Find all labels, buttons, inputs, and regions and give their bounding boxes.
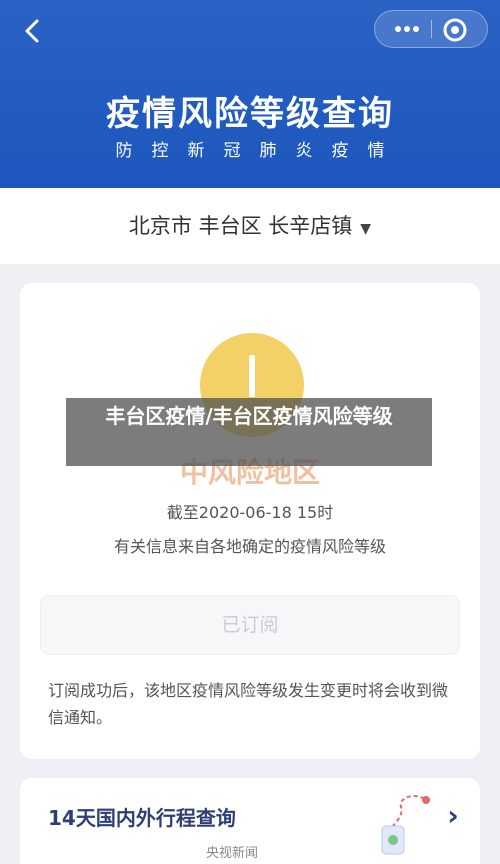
subscription-notice: 订阅成功后，该地区疫情风险等级发生变更时将会收到微信通知。 <box>48 681 449 727</box>
caption-text: 丰台区疫情/丰台区疫情风险等级 <box>105 404 393 428</box>
chevron-left-icon <box>25 19 39 43</box>
back-button[interactable] <box>16 14 50 48</box>
route-map-icon <box>381 795 430 855</box>
close-button[interactable] <box>441 16 469 44</box>
trip-query-label: 14天国内外行程查询 <box>48 806 236 830</box>
mini-program-capsule <box>374 10 488 48</box>
page-title: 疫情风险等级查询 <box>106 94 394 134</box>
caption-overlay: 丰台区疫情/丰台区疫情风险等级 <box>66 398 432 466</box>
risk-card: 中风险地区 截至2020-06-18 15时 有关信息来自各地确定的疫情风险等级… <box>20 283 480 759</box>
watermark: 央视新闻 <box>206 846 259 861</box>
target-circle-icon <box>443 18 467 42</box>
subscribe-button[interactable]: 已订阅 <box>40 595 460 655</box>
caret-down-icon: ▼ <box>360 221 372 237</box>
update-timestamp: 截至2020-06-18 15时 <box>166 503 334 522</box>
app-header: 疫情风险等级查询 防控新冠肺炎疫情 <box>0 0 500 188</box>
page-subtitle: 防控新冠肺炎疫情 <box>115 141 404 161</box>
chevron-right-icon: › <box>447 799 459 832</box>
more-dots-icon <box>395 26 401 32</box>
location-text: 北京市 丰台区 长辛店镇 <box>128 214 353 238</box>
location-selector[interactable]: 北京市 丰台区 长辛店镇 ▼ <box>0 188 500 264</box>
capsule-divider <box>431 20 432 38</box>
source-note: 有关信息来自各地确定的疫情风险等级 <box>113 537 386 556</box>
more-button[interactable] <box>385 11 429 47</box>
exclamation-mark <box>249 355 255 397</box>
